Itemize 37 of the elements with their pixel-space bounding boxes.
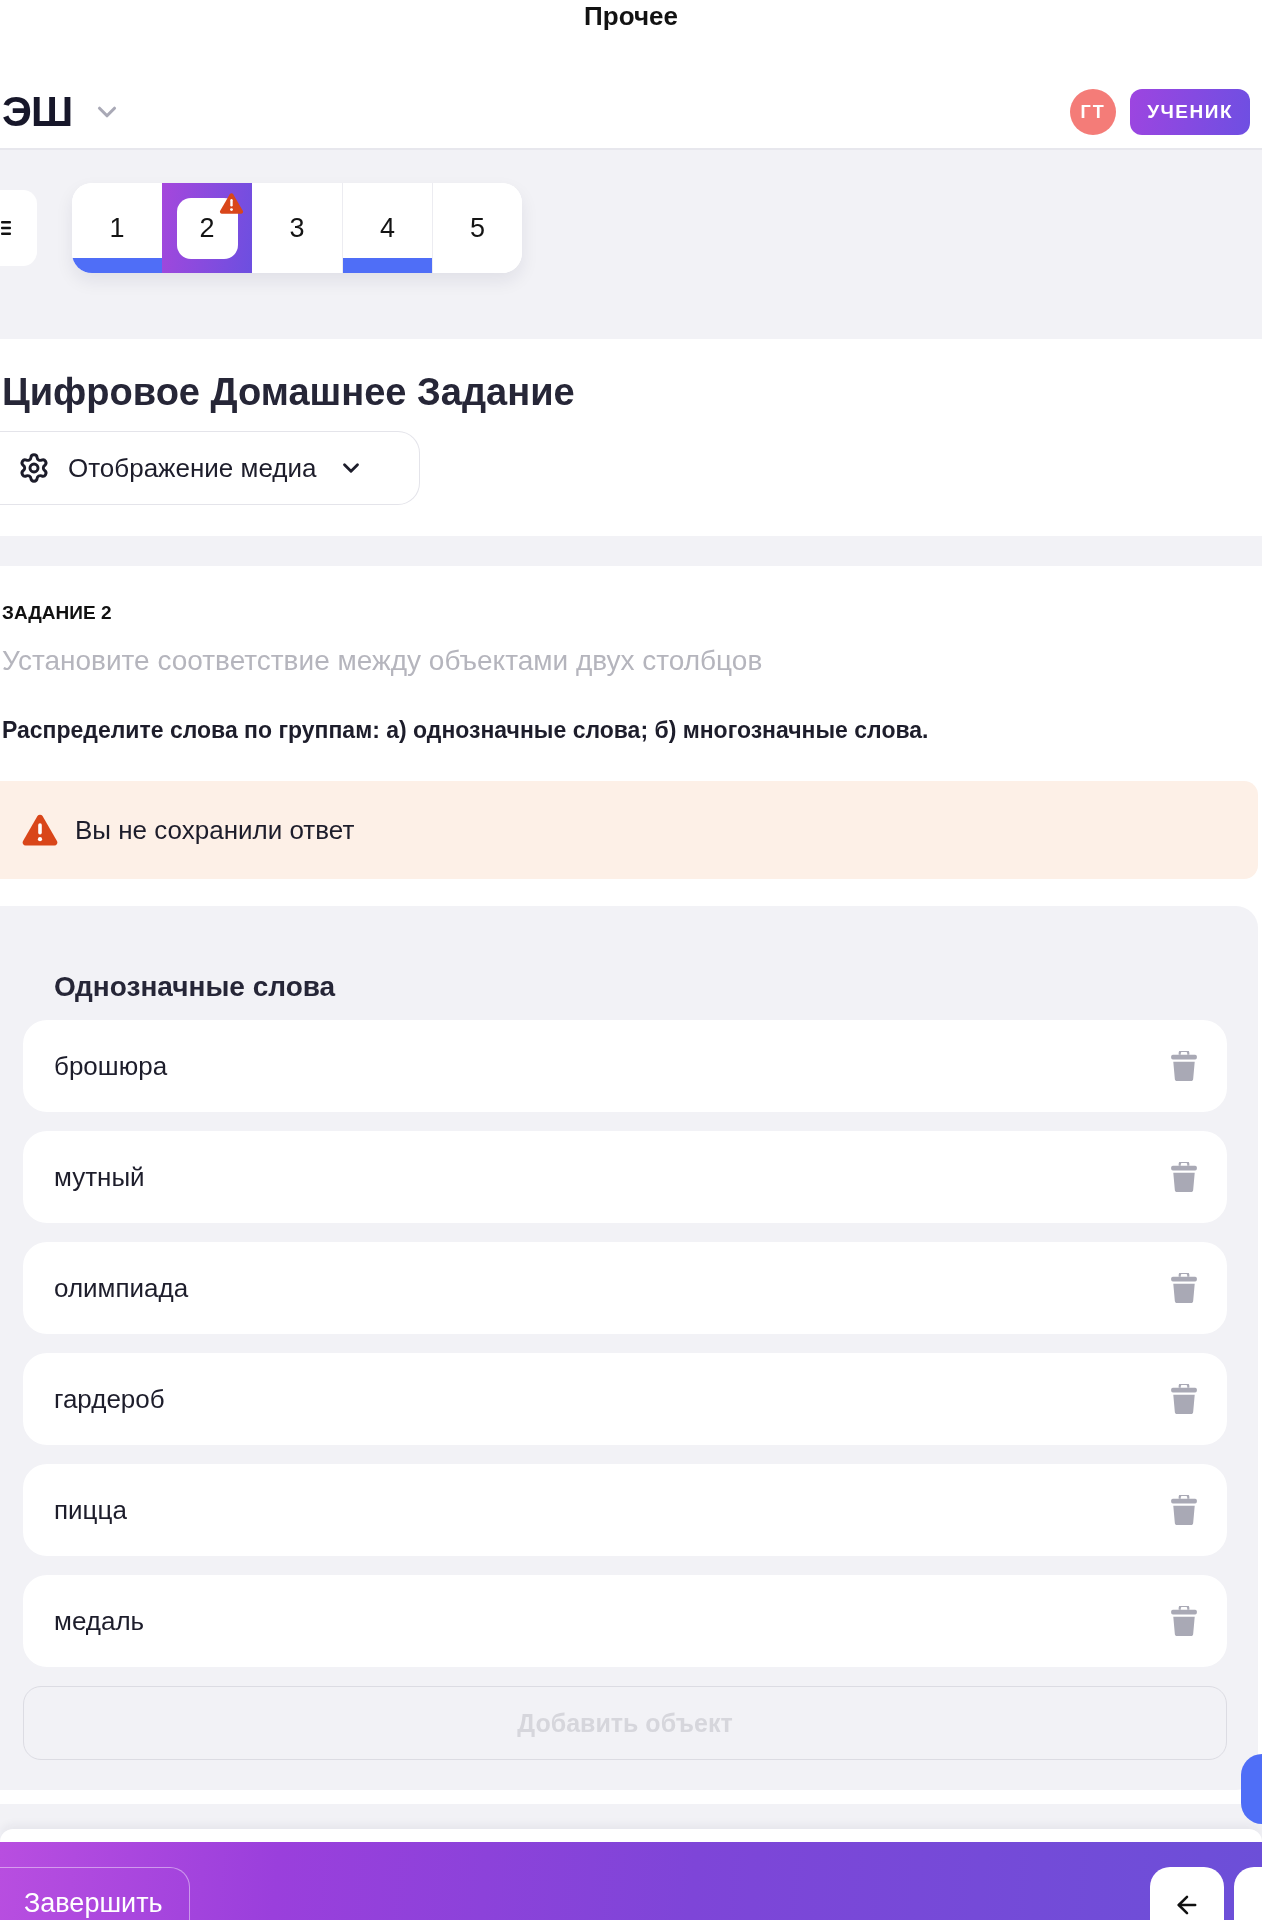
task-question: Распределите слова по группам: а) однозначные слова; б) многозначные слова. (2, 716, 930, 744)
trash-icon[interactable] (1171, 1606, 1197, 1636)
word-text: медаль (54, 1605, 145, 1637)
trash-icon[interactable] (1171, 1051, 1197, 1081)
word-text: олимпиада (54, 1272, 189, 1304)
word-text: мутный (54, 1161, 145, 1193)
page-title: Цифровое Домашнее Задание (2, 371, 575, 413)
status-title: Прочее (584, 0, 678, 33)
warning-icon (22, 814, 58, 846)
word-text: гардероб (54, 1383, 165, 1415)
word-text: пицца (54, 1494, 127, 1526)
group-title: Однозначные слова (54, 970, 337, 1004)
task-tab[interactable]: 1 (72, 183, 162, 273)
task-tab[interactable]: 3 (252, 183, 342, 273)
floating-action-button[interactable] (1241, 1754, 1262, 1824)
task-type-hint: Установите соответствие между объектами двух столбцов (2, 644, 764, 678)
task-tab[interactable]: 2 (162, 183, 252, 273)
task-number: ЗАДАНИЕ 2 (2, 601, 113, 625)
task-tab[interactable]: 5 (432, 183, 522, 273)
menu-icon (1, 221, 11, 235)
media-dropdown[interactable]: Отображение медиа (0, 431, 420, 505)
word-text: брошюра (54, 1050, 168, 1082)
warning-icon (219, 193, 244, 214)
trash-icon[interactable] (1171, 1273, 1197, 1303)
warning-text: Вы не сохранили ответ (75, 814, 355, 846)
role-badge: УЧЕНИК (1130, 89, 1250, 135)
menu-button[interactable] (0, 190, 37, 266)
next-button[interactable] (1234, 1867, 1262, 1920)
settings-icon (18, 452, 50, 484)
trash-icon[interactable] (1171, 1162, 1197, 1192)
logo-text: ЭШ (1, 89, 73, 135)
previous-button[interactable] (1150, 1867, 1224, 1920)
finish-button[interactable]: Завершить (0, 1867, 190, 1920)
trash-icon[interactable] (1171, 1384, 1197, 1414)
task-tab[interactable]: 4 (342, 183, 432, 273)
user-avatar: ГТ (1070, 89, 1117, 135)
trash-icon[interactable] (1171, 1495, 1197, 1525)
